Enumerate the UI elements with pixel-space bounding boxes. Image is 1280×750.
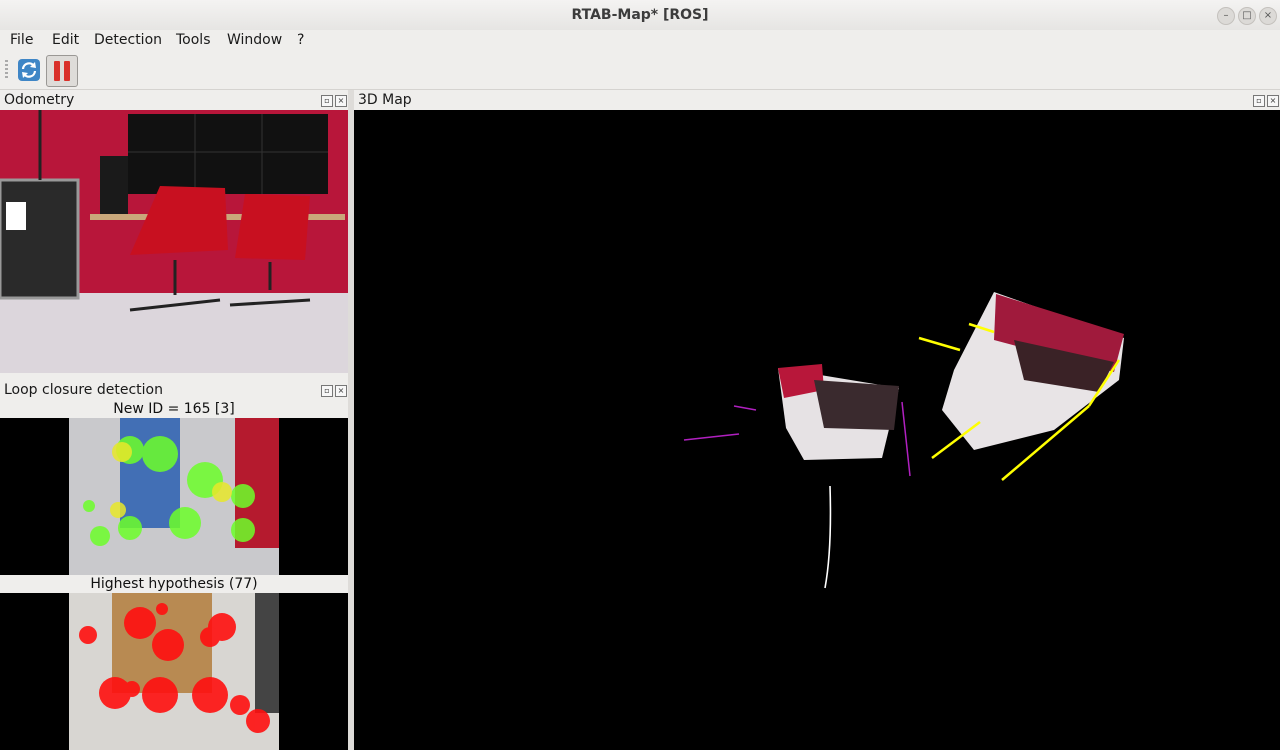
refresh-button[interactable] xyxy=(14,55,44,85)
new-id-features-view xyxy=(69,418,279,575)
new-id-image xyxy=(0,418,348,575)
hypothesis-image xyxy=(0,593,348,750)
toolbar xyxy=(0,52,1280,90)
odometry-image xyxy=(0,110,348,373)
odometry-dock-title: Odometry xyxy=(4,92,75,108)
map3d-viewport[interactable] xyxy=(354,110,1280,750)
pause-button[interactable] xyxy=(46,55,78,87)
odometry-camera-view xyxy=(0,110,348,373)
menu-bar: File Edit Detection Tools Window ? xyxy=(0,30,1280,53)
point-cloud-view xyxy=(683,292,1124,589)
toolbar-grip[interactable] xyxy=(5,60,8,80)
window-title: RTAB-Map* [ROS] xyxy=(571,7,709,23)
menu-file[interactable]: File xyxy=(10,32,33,48)
hypothesis-features-view xyxy=(69,593,279,750)
loop-closure-dock-title: Loop closure detection xyxy=(4,382,163,398)
menu-detection[interactable]: Detection xyxy=(94,32,162,48)
menu-tools[interactable]: Tools xyxy=(176,32,211,48)
close-button[interactable]: × xyxy=(1259,7,1277,25)
loop-closure-float-button[interactable]: ▫ xyxy=(321,385,333,397)
odometry-close-button[interactable]: × xyxy=(335,95,347,107)
odometry-float-button[interactable]: ▫ xyxy=(321,95,333,107)
menu-edit[interactable]: Edit xyxy=(52,32,79,48)
hypothesis-caption: Highest hypothesis (77) xyxy=(90,576,258,592)
menu-window[interactable]: Window xyxy=(227,32,282,48)
loop-closure-close-button[interactable]: × xyxy=(335,385,347,397)
menu-help[interactable]: ? xyxy=(297,32,304,48)
map3d-dock-title: 3D Map xyxy=(358,92,412,108)
maximize-button[interactable]: □ xyxy=(1238,7,1256,25)
title-bar: RTAB-Map* [ROS] – □ × xyxy=(0,0,1280,31)
map3d-close-button[interactable]: × xyxy=(1267,95,1279,107)
pause-icon xyxy=(54,61,70,81)
refresh-icon xyxy=(18,59,40,81)
new-id-caption: New ID = 165 [3] xyxy=(113,401,235,417)
map3d-float-button[interactable]: ▫ xyxy=(1253,95,1265,107)
minimize-button[interactable]: – xyxy=(1217,7,1235,25)
